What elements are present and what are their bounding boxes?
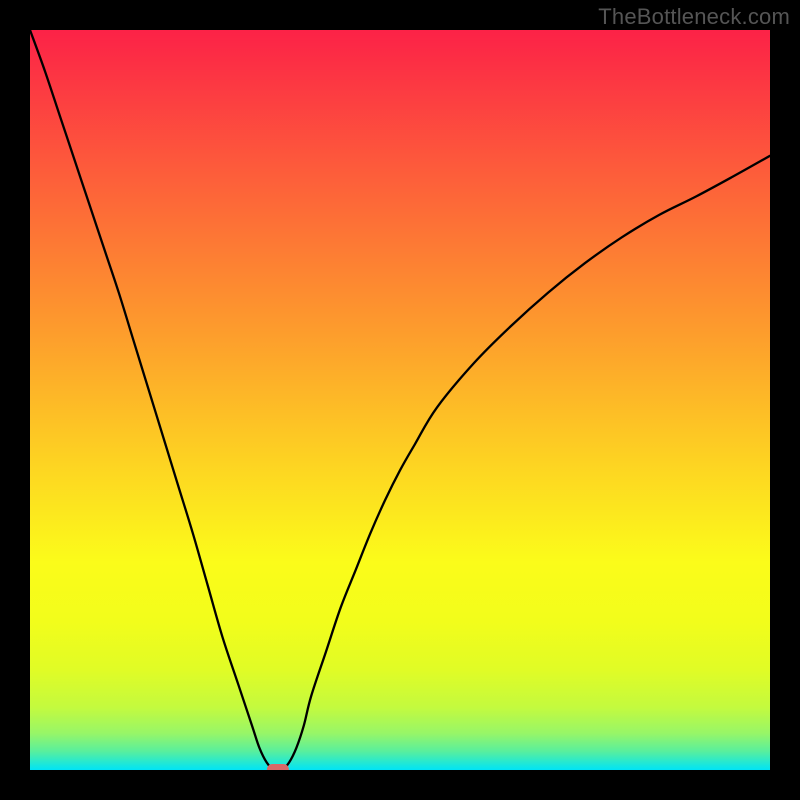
gradient-background [30,30,770,770]
chart-svg [30,30,770,770]
chart-frame: TheBottleneck.com [0,0,800,800]
watermark-text: TheBottleneck.com [598,4,790,30]
minimum-marker [267,764,289,770]
plot-area [30,30,770,770]
